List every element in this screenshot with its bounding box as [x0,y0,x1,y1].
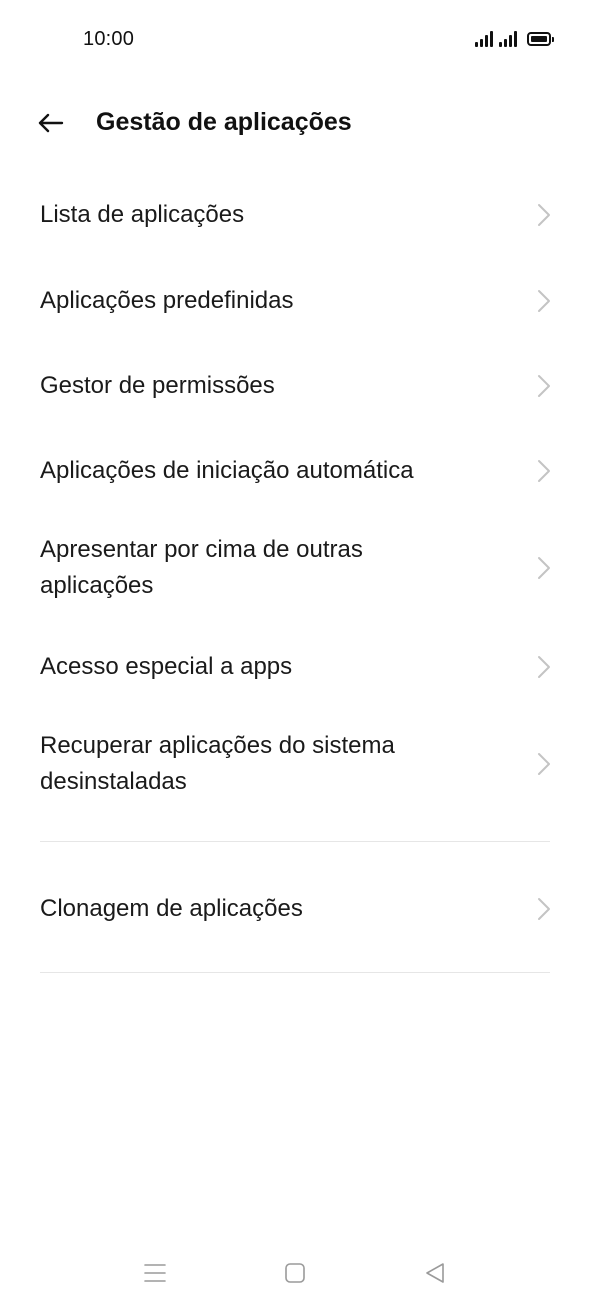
list-item-lista-de-aplicacoes[interactable]: Lista de aplicações [0,172,589,258]
list-item-aplicacoes-predefinidas[interactable]: Aplicações predefinidas [0,258,589,344]
system-nav-bar [0,1245,589,1301]
app-header: Gestão de aplicações [0,92,589,152]
list-item-label: Aplicações predefinidas [40,287,294,314]
section-divider [40,972,550,973]
list-item-label: Clonagem de aplicações [40,895,303,922]
signal-icon [475,31,493,47]
status-icons [475,29,554,47]
section-divider [40,841,550,842]
signal-icon [499,31,517,47]
nav-back-button[interactable] [421,1259,449,1287]
list-item-label: Gestor de permissões [40,372,275,399]
list-item-label: Lista de aplicações [40,201,245,228]
list-item-recuperar-aplicacoes[interactable]: Recuperar aplicações do sistema desinsta… [0,710,589,820]
list-item-label: Apresentar por cima de outras aplicações [40,536,363,599]
chevron-right-icon [538,290,550,312]
page-title: Gestão de aplicações [96,108,352,136]
chevron-right-icon [538,898,550,920]
menu-icon [144,1264,166,1282]
back-button[interactable] [34,106,68,140]
battery-icon [527,32,554,46]
status-bar: 10:00 [0,0,589,80]
list-item-label: Recuperar aplicações do sistema desinsta… [40,732,395,795]
recent-apps-button[interactable] [141,1259,169,1287]
home-button[interactable] [281,1259,309,1287]
list-item-label: Aplicações de iniciação automática [40,457,414,484]
list-item-clonagem-de-aplicacoes[interactable]: Clonagem de aplicações [0,867,589,953]
chevron-right-icon [538,656,550,678]
list-item-acesso-especial-a-apps[interactable]: Acesso especial a apps [0,624,589,710]
list-item-apresentar-por-cima[interactable]: Apresentar por cima de outras aplicações [0,514,589,624]
status-time: 10:00 [83,28,135,50]
chevron-right-icon [538,753,550,775]
chevron-right-icon [538,204,550,226]
list-item-aplicacoes-de-iniciacao-automatica[interactable]: Aplicações de iniciação automática [0,428,589,514]
arrow-left-icon [38,113,64,133]
chevron-right-icon [538,460,550,482]
list-item-gestor-de-permissoes[interactable]: Gestor de permissões [0,344,589,428]
chevron-right-icon [538,375,550,397]
back-triangle-icon [426,1263,444,1283]
list-item-label: Acesso especial a apps [40,653,293,680]
chevron-right-icon [538,557,550,579]
home-icon [285,1263,305,1283]
